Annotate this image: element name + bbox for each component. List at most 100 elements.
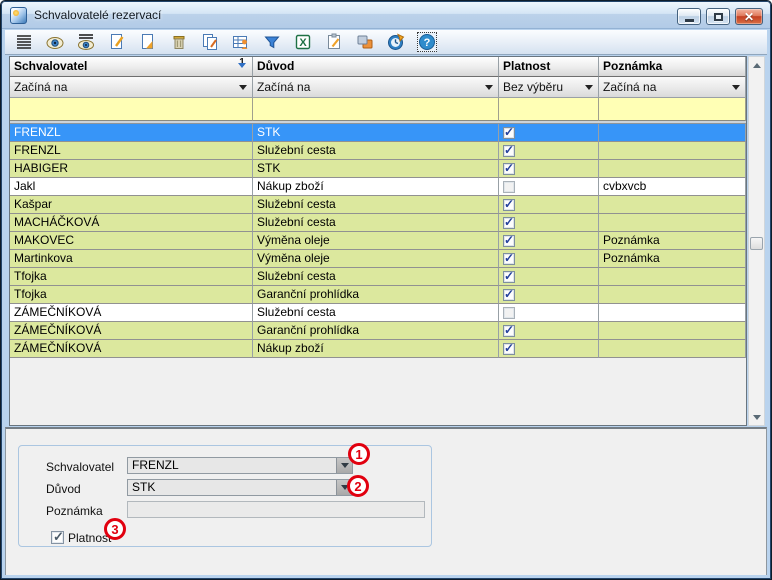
poznamka-field[interactable] [127,501,425,518]
platnost-checkbox[interactable] [503,235,515,247]
grid-row[interactable]: FRENZLSTK [10,124,746,142]
platnost-checkbox[interactable] [503,343,515,355]
grid-row[interactable]: ZÁMEČNÍKOVÁSlužební cesta [10,304,746,322]
grid-row[interactable]: FRENZLSlužební cesta [10,142,746,160]
cell-schvalovatel[interactable]: FRENZL [10,124,253,142]
platnost-checkbox[interactable] [503,181,515,193]
cell-duvod[interactable]: STK [253,160,499,178]
duvod-combobox[interactable]: STK [127,479,353,496]
cell-schvalovatel[interactable]: Kašpar [10,196,253,214]
delete-icon[interactable] [169,32,189,52]
cell-platnost[interactable] [499,196,599,214]
grid-row[interactable]: MartinkovaVýměna olejePoznámka [10,250,746,268]
cell-duvod[interactable]: Služební cesta [253,268,499,286]
grid-row[interactable]: TfojkaGaranční prohlídka [10,286,746,304]
filter-input-duvod[interactable] [253,98,499,121]
cell-poznamka[interactable] [599,286,746,304]
grid-row[interactable]: TfojkaSlužební cesta [10,268,746,286]
restore-button[interactable] [706,8,730,25]
view-icon[interactable] [45,32,65,52]
cell-platnost[interactable] [499,124,599,142]
history-icon[interactable] [386,32,406,52]
cell-duvod[interactable]: Služební cesta [253,304,499,322]
filter-operator-poznamka[interactable]: Začíná na [599,77,746,98]
cell-platnost[interactable] [499,340,599,358]
cell-platnost[interactable] [499,142,599,160]
grid-row[interactable]: KašparSlužební cesta [10,196,746,214]
platnost-checkbox[interactable] [503,217,515,229]
platnost-checkbox[interactable] [503,145,515,157]
platnost-checkbox[interactable] [503,253,515,265]
cell-schvalovatel[interactable]: ZÁMEČNÍKOVÁ [10,304,253,322]
column-header-platnost[interactable]: Platnost [499,57,599,77]
cell-platnost[interactable] [499,214,599,232]
cell-schvalovatel[interactable]: HABIGER [10,160,253,178]
platnost-checkbox[interactable] [503,271,515,283]
cell-poznamka[interactable] [599,160,746,178]
cell-platnost[interactable] [499,232,599,250]
cell-duvod[interactable]: Garanční prohlídka [253,286,499,304]
grid-row[interactable]: ZÁMEČNÍKOVÁGaranční prohlídka [10,322,746,340]
column-header-duvod[interactable]: Důvod [253,57,499,77]
grid-row[interactable]: MACHÁČKOVÁSlužební cesta [10,214,746,232]
cell-schvalovatel[interactable]: FRENZL [10,142,253,160]
cell-platnost[interactable] [499,268,599,286]
scrollbar-thumb[interactable] [750,237,763,250]
filter-input-platnost[interactable] [499,98,599,121]
cell-schvalovatel[interactable]: MACHÁČKOVÁ [10,214,253,232]
cell-platnost[interactable] [499,160,599,178]
cell-poznamka[interactable] [599,142,746,160]
close-button[interactable]: ✕ [735,8,763,25]
minimize-button[interactable] [677,8,701,25]
cell-poznamka[interactable] [599,214,746,232]
platnost-checkbox[interactable] [503,199,515,211]
platnost-checkbox[interactable] [503,325,515,337]
cell-duvod[interactable]: Výměna oleje [253,232,499,250]
cell-platnost[interactable] [499,322,599,340]
grid-row[interactable]: HABIGERSTK [10,160,746,178]
cell-poznamka[interactable]: Poznámka [599,232,746,250]
cell-duvod[interactable]: Služební cesta [253,214,499,232]
cell-duvod[interactable]: Služební cesta [253,142,499,160]
cell-schvalovatel[interactable]: ZÁMEČNÍKOVÁ [10,340,253,358]
filter-operator-duvod[interactable]: Začíná na [253,77,499,98]
filter-icon[interactable] [262,32,282,52]
cell-poznamka[interactable] [599,268,746,286]
notes-icon[interactable] [324,32,344,52]
scroll-down-button[interactable] [749,409,764,425]
cell-schvalovatel[interactable]: Tfojka [10,286,253,304]
cell-schvalovatel[interactable]: Tfojka [10,268,253,286]
platnost-checkbox[interactable] [503,307,515,319]
cell-duvod[interactable]: Nákup zboží [253,178,499,196]
filter-operator-platnost[interactable]: Bez výběru [499,77,599,98]
cell-platnost[interactable] [499,304,599,322]
cell-poznamka[interactable] [599,322,746,340]
platnost-checkbox[interactable] [503,127,515,139]
grid-row[interactable]: JaklNákup zbožícvbxvcb [10,178,746,196]
vertical-scrollbar[interactable] [748,56,765,426]
cell-duvod[interactable]: Garanční prohlídka [253,322,499,340]
schvalovatel-combobox[interactable]: FRENZL [127,457,353,474]
cell-schvalovatel[interactable]: Martinkova [10,250,253,268]
filter-operator-schvalovatel[interactable]: Začíná na [10,77,253,98]
column-header-schvalovatel[interactable]: Schvalovatel 1 [10,57,253,77]
scroll-up-button[interactable] [749,57,764,73]
help-icon[interactable]: ? [417,32,437,52]
cell-poznamka[interactable] [599,196,746,214]
column-header-poznamka[interactable]: Poznámka [599,57,746,77]
cell-duvod[interactable]: STK [253,124,499,142]
cell-platnost[interactable] [499,286,599,304]
platnost-checkbox[interactable] [503,163,515,175]
cell-poznamka[interactable] [599,124,746,142]
cell-schvalovatel[interactable]: MAKOVEC [10,232,253,250]
list-icon[interactable] [14,32,34,52]
grid-columns-icon[interactable] [231,32,251,52]
titlebar[interactable]: Schvalovatelé rezervací ✕ [2,2,770,29]
cell-duvod[interactable]: Nákup zboží [253,340,499,358]
cell-schvalovatel[interactable]: Jakl [10,178,253,196]
platnost-checkbox[interactable] [503,289,515,301]
grid-row[interactable]: MAKOVECVýměna oleje Poznámka [10,232,746,250]
new-record-icon[interactable] [107,32,127,52]
copy-record-icon[interactable] [200,32,220,52]
cell-poznamka[interactable] [599,340,746,358]
